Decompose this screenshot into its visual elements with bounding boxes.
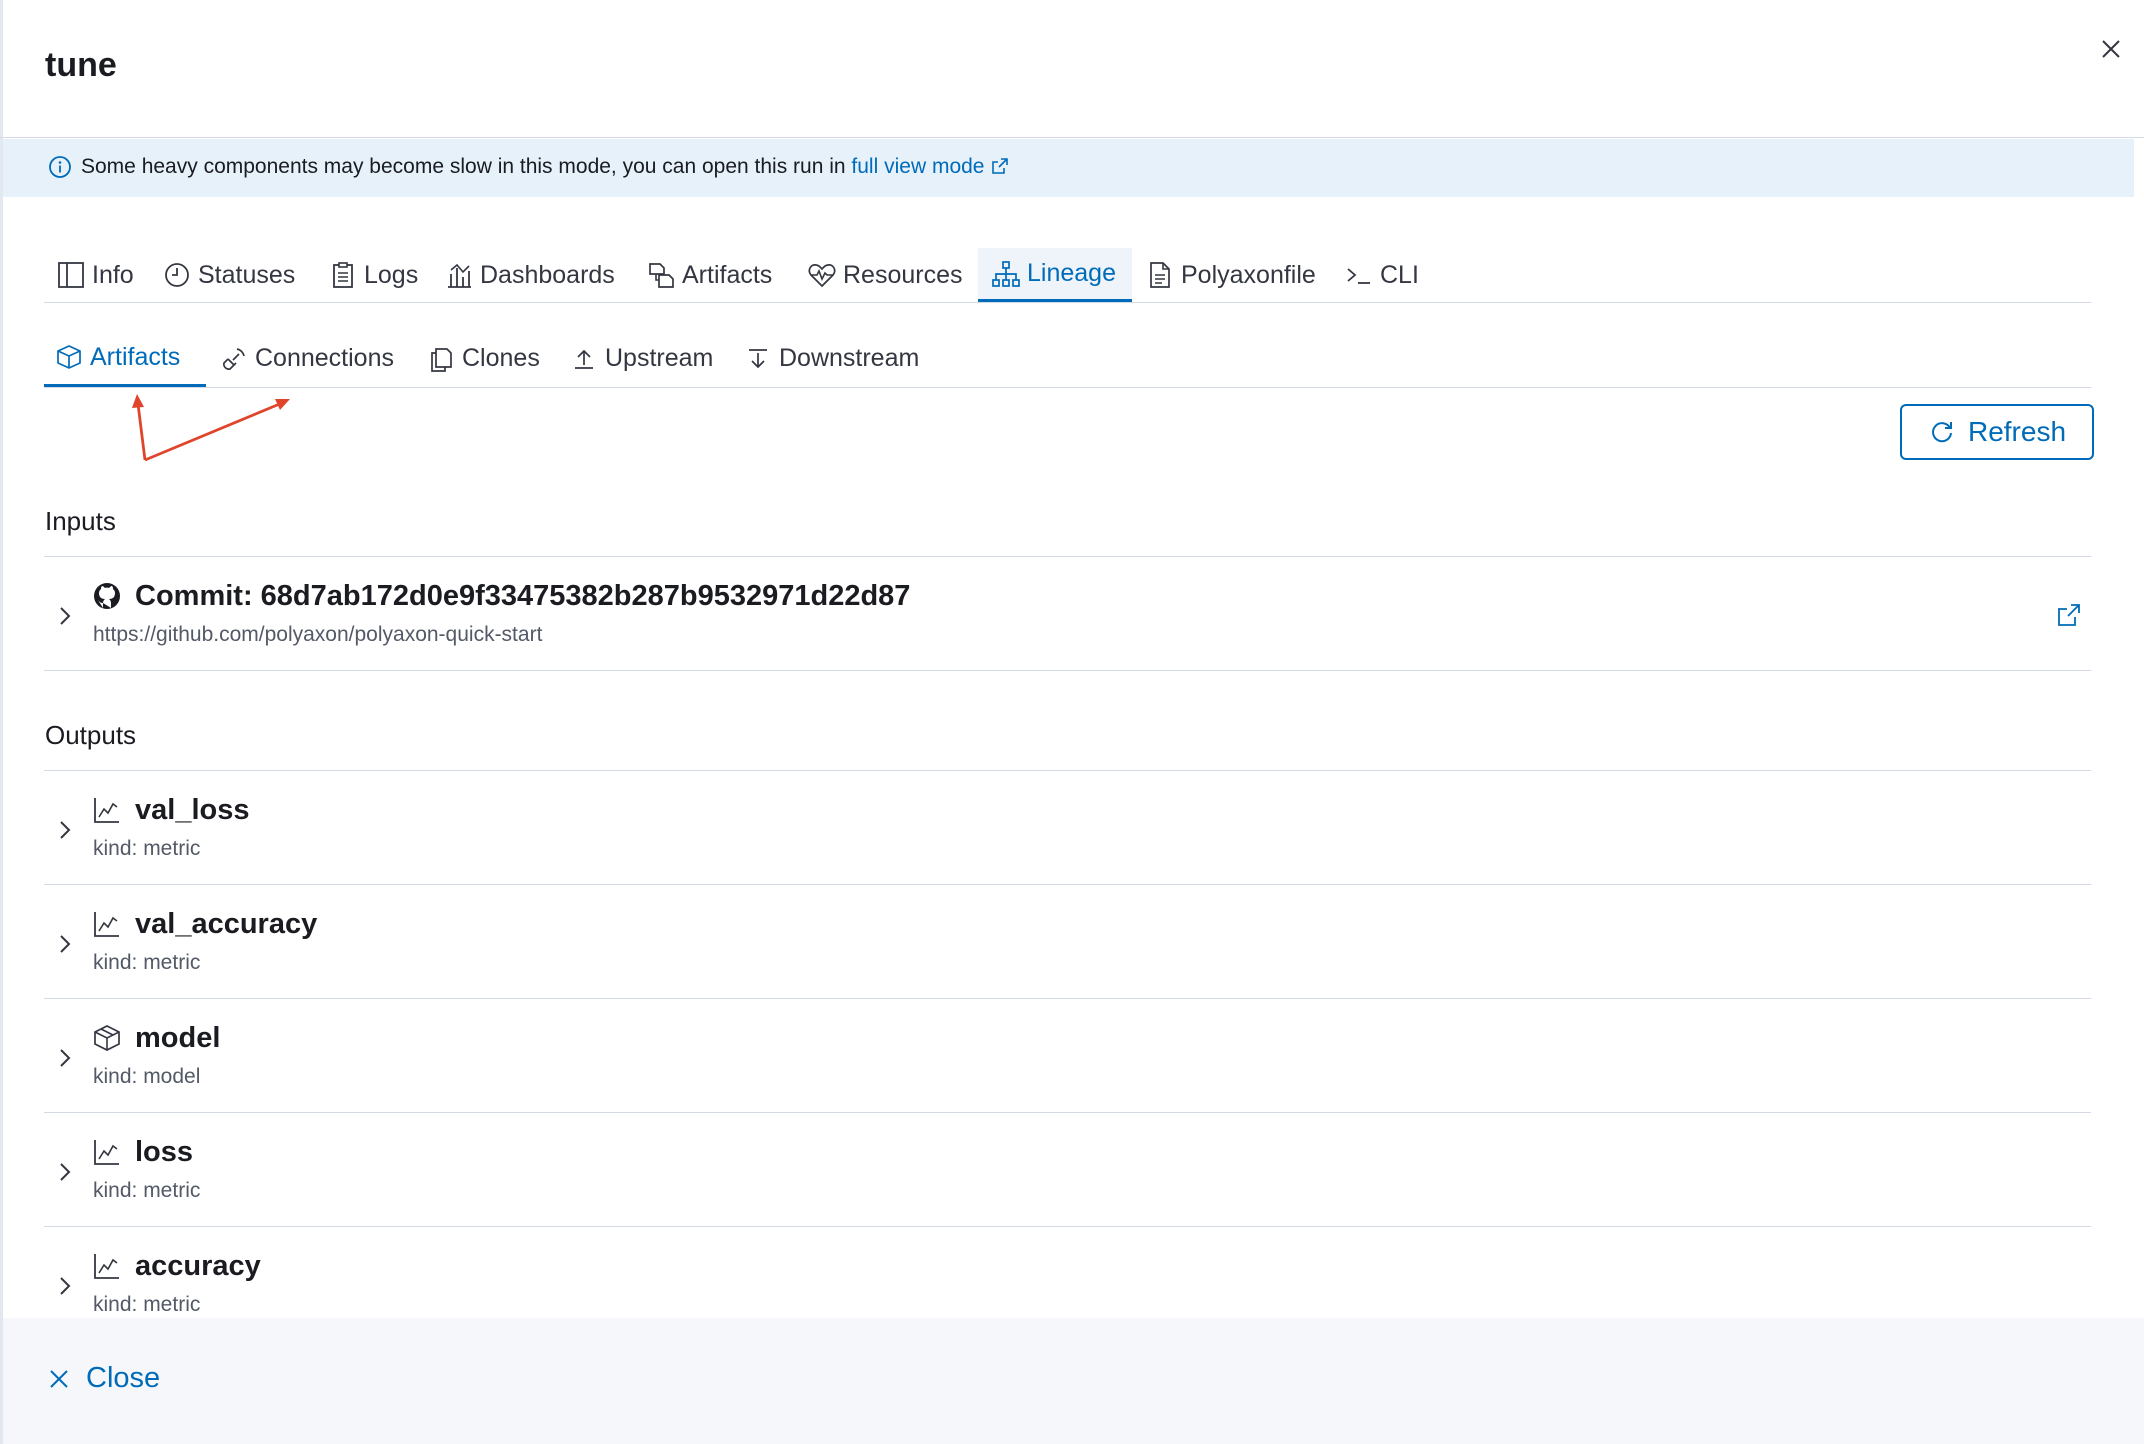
chart-line-icon xyxy=(94,798,119,823)
tab-resources[interactable]: Resources xyxy=(807,248,963,302)
subtab-clones[interactable]: Clones xyxy=(427,330,540,387)
artifacts-icon xyxy=(649,263,674,288)
subtab-connections[interactable]: Connections xyxy=(220,330,394,387)
output-name: loss xyxy=(135,1136,194,1168)
cube-icon xyxy=(57,345,81,369)
tab-polyaxonfile[interactable]: Polyaxonfile xyxy=(1145,248,1316,302)
annotation-arrows xyxy=(132,394,290,462)
subtab-artifacts[interactable]: Artifacts xyxy=(44,330,206,387)
external-link-icon xyxy=(992,158,1009,174)
output-name: accuracy xyxy=(135,1250,261,1282)
info-icon xyxy=(49,156,71,178)
subtab-label: Artifacts xyxy=(90,342,181,371)
chevron-right-icon[interactable] xyxy=(54,1045,76,1071)
commit-url: https://github.com/polyaxon/polyaxon-qui… xyxy=(93,623,543,646)
output-kind: kind: metric xyxy=(93,837,201,860)
subtab-label: Downstream xyxy=(779,344,920,372)
tab-label: Statuses xyxy=(198,260,296,289)
subtab-label: Clones xyxy=(462,344,540,372)
refresh-icon xyxy=(1932,422,1952,443)
chevron-right-icon[interactable] xyxy=(54,603,76,629)
refresh-label: Refresh xyxy=(1967,416,2067,447)
list-item: Commit: 68d7ab172d0e9f33475382b287b95329… xyxy=(44,556,2091,670)
dashboard-icon xyxy=(448,263,471,288)
tab-label: Artifacts xyxy=(682,260,773,289)
run-tabs: Info Statuses Logs Dashboards Artifacts … xyxy=(44,248,2091,303)
output-name: val_accuracy xyxy=(135,908,318,940)
chevron-right-icon[interactable] xyxy=(54,1273,76,1299)
refresh-button[interactable]: Refresh xyxy=(1900,404,2094,460)
flyout-footer: Close xyxy=(3,1318,2144,1444)
connection-icon xyxy=(223,347,245,370)
close-button[interactable]: Close xyxy=(47,1362,160,1395)
output-name: val_loss xyxy=(135,794,250,826)
tab-label: Dashboards xyxy=(480,260,615,289)
cube-icon xyxy=(94,1025,120,1051)
list-item: val_loss kind: metric xyxy=(44,770,2091,884)
tab-cli[interactable]: CLI xyxy=(1344,248,1419,302)
tab-logs[interactable]: Logs xyxy=(328,248,418,302)
callout-text: Some heavy components may become slow in… xyxy=(81,155,846,178)
github-icon xyxy=(94,583,120,609)
full-view-mode-label: full view mode xyxy=(851,155,985,178)
tab-lineage[interactable]: Lineage xyxy=(978,248,1132,302)
list-item: val_accuracy kind: metric xyxy=(44,884,2091,998)
inputs-title: Inputs xyxy=(45,506,116,536)
subtab-downstream[interactable]: Downstream xyxy=(744,330,919,387)
callout-message: Some heavy components may become slow in… xyxy=(81,155,1010,179)
output-kind: kind: metric xyxy=(93,951,201,974)
tab-label: Info xyxy=(92,260,134,289)
flyout-header: tune xyxy=(0,0,2144,138)
tab-label: Logs xyxy=(364,260,419,289)
tab-dashboards[interactable]: Dashboards xyxy=(444,248,615,302)
tab-label: Polyaxonfile xyxy=(1181,260,1316,289)
lineage-icon xyxy=(992,260,1020,287)
close-icon[interactable] xyxy=(2096,34,2126,64)
chart-line-icon xyxy=(94,912,119,937)
tab-artifacts[interactable]: Artifacts xyxy=(646,248,772,302)
commit-name: Commit: 68d7ab172d0e9f33475382b287b95329… xyxy=(135,580,911,612)
chevron-right-icon[interactable] xyxy=(54,817,76,843)
upload-icon xyxy=(575,349,593,369)
chart-line-icon xyxy=(94,1140,119,1165)
heartbeat-icon xyxy=(808,264,836,288)
output-kind: kind: model xyxy=(93,1065,201,1088)
subtab-upstream[interactable]: Upstream xyxy=(570,330,713,387)
close-label: Close xyxy=(86,1362,161,1394)
clock-icon xyxy=(165,263,189,287)
tab-label: CLI xyxy=(1380,260,1419,289)
flyout-title: tune xyxy=(45,46,117,84)
terminal-icon xyxy=(1347,268,1370,284)
outputs-list: val_loss kind: metric val_accuracy kind:… xyxy=(44,770,2091,1340)
output-kind: kind: metric xyxy=(93,1293,201,1316)
download-icon xyxy=(749,348,767,368)
subtab-label: Connections xyxy=(255,344,394,372)
subtab-label: Upstream xyxy=(605,344,714,372)
inputs-list: Commit: 68d7ab172d0e9f33475382b287b95329… xyxy=(44,556,2091,671)
info-callout: Some heavy components may become slow in… xyxy=(3,139,2134,197)
list-item: model kind: model xyxy=(44,998,2091,1112)
chevron-right-icon[interactable] xyxy=(54,931,76,957)
tab-info[interactable]: Info xyxy=(56,248,134,302)
output-name: model xyxy=(135,1022,221,1054)
tab-statuses[interactable]: Statuses xyxy=(162,248,295,302)
copy-icon xyxy=(431,347,452,372)
clipboard-icon xyxy=(333,262,353,288)
document-icon xyxy=(1150,262,1170,288)
lineage-subtabs: Artifacts Connections Clones Upstream Do… xyxy=(44,330,2091,388)
tab-label: Resources xyxy=(843,260,963,289)
full-view-mode-link[interactable]: full view mode xyxy=(851,155,1010,178)
flyout-left-edge xyxy=(0,0,3,1444)
chart-line-icon xyxy=(94,1254,119,1279)
external-link-icon[interactable] xyxy=(2055,601,2083,629)
output-kind: kind: metric xyxy=(93,1179,201,1202)
close-icon xyxy=(50,1369,68,1388)
outputs-title: Outputs xyxy=(45,720,137,750)
chevron-right-icon[interactable] xyxy=(54,1159,76,1185)
info-panel-icon xyxy=(58,262,84,288)
list-item: loss kind: metric xyxy=(44,1112,2091,1226)
tab-label: Lineage xyxy=(1027,259,1116,287)
